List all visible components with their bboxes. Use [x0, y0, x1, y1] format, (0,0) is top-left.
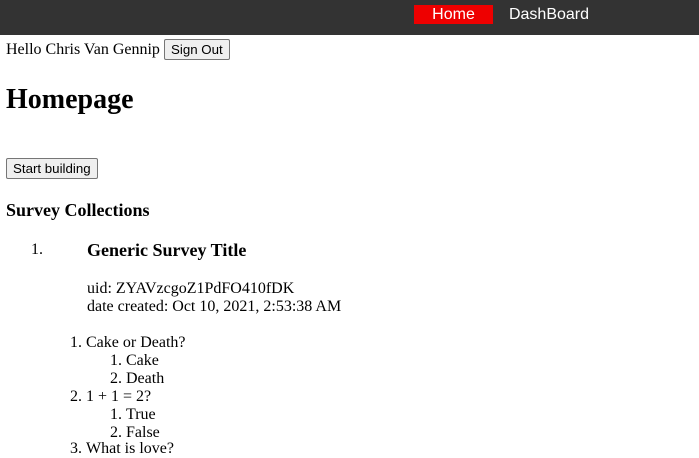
- survey-date-created: date created: Oct 10, 2021, 2:53:38 AM: [87, 298, 342, 315]
- nav-dashboard-link[interactable]: DashBoard: [500, 5, 598, 24]
- survey-collections-heading: Survey Collections: [6, 200, 150, 220]
- option-number: 1.: [110, 352, 122, 369]
- page-title: Homepage: [6, 84, 134, 115]
- user-greeting: Hello Chris Van Gennip: [6, 41, 160, 58]
- survey-title: Generic Survey Title: [87, 240, 247, 260]
- start-building-button[interactable]: Start building: [6, 158, 98, 179]
- option-number: 2.: [110, 370, 122, 387]
- survey-uid: uid: ZYAVzcgoZ1PdFO410fDK: [87, 280, 295, 297]
- option-text: Cake: [126, 352, 159, 369]
- survey-number: 1.: [31, 241, 43, 258]
- question-text: 1 + 1 = 2?: [86, 388, 152, 405]
- top-navbar: Home DashBoard: [0, 0, 699, 35]
- question-number: 1.: [70, 334, 82, 351]
- option-text: Death: [126, 370, 165, 387]
- option-text: True: [126, 406, 156, 423]
- option-number: 1.: [110, 406, 122, 423]
- sign-out-button[interactable]: Sign Out: [164, 39, 230, 60]
- question-number: 2.: [70, 388, 82, 405]
- nav-home-link[interactable]: Home: [414, 5, 493, 24]
- question-text: Cake or Death?: [86, 334, 186, 351]
- question-text: What is love?: [86, 440, 174, 457]
- question-number: 3.: [70, 440, 82, 457]
